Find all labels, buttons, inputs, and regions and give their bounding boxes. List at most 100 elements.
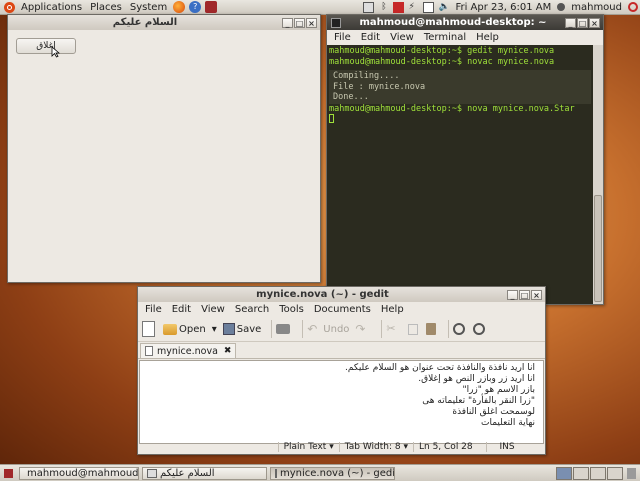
app-launcher-icon[interactable] [205, 1, 218, 13]
gedit-menubar: File Edit View Search Tools Documents He… [138, 302, 545, 317]
menu-search[interactable]: Search [230, 304, 274, 315]
workspace-3[interactable] [590, 466, 606, 480]
task-terminal[interactable]: mahmoud@mahmoud... [19, 466, 139, 480]
trash-icon[interactable] [627, 467, 636, 479]
undo-button[interactable]: ↶ Undo [307, 322, 349, 336]
arabic-window-body: إغلاق [8, 30, 320, 280]
save-button[interactable]: Save [222, 323, 261, 335]
print-button[interactable] [276, 324, 292, 334]
open-dropdown-button[interactable]: ▾ [212, 324, 217, 335]
menu-file[interactable]: File [140, 304, 167, 315]
tab-close-icon[interactable]: ✖ [224, 346, 232, 356]
search-icon [453, 323, 466, 335]
terminal-title: mahmoud@mahmoud-desktop: ~ [359, 17, 547, 28]
syntax-label: Plain Text [283, 441, 327, 452]
bottom-panel: mahmoud@mahmoud... السلام عليكم mynice.n… [0, 464, 640, 481]
menu-system[interactable]: System [126, 2, 171, 13]
menu-tools[interactable]: Tools [274, 304, 309, 315]
network-icon[interactable] [363, 1, 375, 13]
menu-view[interactable]: View [196, 304, 230, 315]
menu-help[interactable]: Help [471, 32, 504, 43]
workspace-2[interactable] [573, 466, 589, 480]
tab-width-selector[interactable]: Tab Width: 8 ▾ [338, 441, 413, 452]
user-name[interactable]: mahmoud [567, 2, 626, 13]
editor-line: انا اريد نافذة والنافذة تحت عنوان هو الس… [345, 363, 535, 373]
maximize-button[interactable]: □ [294, 17, 305, 28]
output-line: File : mynice.nova [333, 81, 426, 92]
document-tabbar: mynice.nova ✖ [138, 342, 545, 359]
menu-file[interactable]: File [329, 32, 356, 43]
editor-line: بازر الاسم هو "زرا" [462, 385, 535, 395]
new-document-icon [142, 321, 155, 337]
find-replace-button[interactable] [473, 323, 487, 335]
text-editor[interactable]: انا اريد نافذة والنافذة تحت عنوان هو الس… [139, 360, 544, 444]
update-notifier-icon[interactable] [393, 1, 405, 13]
tab-mynice-nova[interactable]: mynice.nova ✖ [140, 343, 237, 358]
minimize-button[interactable]: _ [507, 289, 518, 300]
output-line: Done... [333, 92, 369, 102]
close-button[interactable]: × [589, 17, 600, 28]
menu-edit[interactable]: Edit [167, 304, 196, 315]
mail-icon[interactable] [423, 1, 435, 13]
paste-button[interactable] [426, 323, 438, 335]
document-icon [145, 346, 153, 356]
firefox-icon[interactable] [173, 1, 186, 13]
new-button[interactable] [142, 321, 157, 337]
bluetooth-icon[interactable]: ᛒ [378, 2, 389, 13]
menu-terminal[interactable]: Terminal [419, 32, 471, 43]
maximize-button[interactable]: □ [577, 17, 588, 28]
close-button[interactable]: × [531, 289, 542, 300]
shutdown-icon[interactable] [628, 2, 638, 12]
redo-button[interactable]: ↷ [355, 322, 371, 336]
toolbar-separator [302, 320, 304, 338]
power-icon[interactable]: ⚡ [408, 2, 419, 13]
terminal-line: mahmoud@mahmoud-desktop:~$ gedit mynice.… [329, 46, 555, 56]
tab-label: mynice.nova [157, 345, 218, 357]
task-label: mynice.nova (~) - gedit [280, 467, 395, 479]
output-line: Compiling.... [333, 71, 400, 81]
terminal-cursor [329, 114, 334, 123]
syntax-selector[interactable]: Plain Text ▾ [277, 441, 339, 452]
menu-applications[interactable]: Applications [17, 2, 86, 13]
arabic-window-titlebar[interactable]: السلام عليكم _ □ × [8, 15, 320, 30]
clock[interactable]: Fri Apr 23, 6:01 AM [451, 2, 555, 13]
terminal-line: mahmoud@mahmoud-desktop:~$ novac mynice.… [329, 56, 555, 67]
menu-edit[interactable]: Edit [356, 32, 385, 43]
save-icon [222, 323, 235, 335]
menu-help[interactable]: Help [376, 304, 409, 315]
find-button[interactable] [453, 323, 467, 335]
copy-button[interactable] [408, 323, 420, 335]
maximize-button[interactable]: □ [519, 289, 530, 300]
mouse-cursor-icon [51, 46, 60, 58]
terminal-scrollbar[interactable] [593, 45, 603, 304]
cut-button[interactable]: ✂ [386, 322, 402, 336]
workspace-1[interactable] [556, 466, 572, 480]
close-app-button[interactable]: إغلاق [16, 38, 76, 54]
cut-icon: ✂ [386, 322, 396, 335]
paste-icon [426, 323, 437, 335]
copy-icon [408, 323, 419, 335]
terminal-line: mahmoud@mahmoud-desktop:~$ nova mynice.n… [329, 103, 575, 114]
volume-icon[interactable]: 🔈 [438, 2, 449, 13]
menu-documents[interactable]: Documents [309, 304, 376, 315]
terminal-output[interactable]: mahmoud@mahmoud-desktop:~$ gedit mynice.… [327, 45, 593, 304]
gedit-titlebar[interactable]: mynice.nova (~) - gedit _ □ × [138, 287, 545, 302]
undo-icon: ↶ [307, 322, 318, 336]
terminal-titlebar[interactable]: mahmoud@mahmoud-desktop: ~ _ □ × [327, 15, 603, 30]
task-gedit[interactable]: mynice.nova (~) - gedit [270, 466, 395, 480]
show-desktop-icon[interactable] [4, 468, 13, 478]
gedit-window: mynice.nova (~) - gedit _ □ × File Edit … [137, 286, 546, 455]
open-button[interactable]: Open [163, 323, 206, 335]
help-icon[interactable]: ? [189, 1, 202, 13]
gedit-statusbar: Plain Text ▾ Tab Width: 8 ▾ Ln 5, Col 28… [138, 439, 545, 454]
minimize-button[interactable]: _ [565, 17, 576, 28]
scrollbar-thumb[interactable] [594, 195, 602, 302]
close-button[interactable]: × [306, 17, 317, 28]
task-arabic-window[interactable]: السلام عليكم [142, 466, 267, 480]
menu-view[interactable]: View [385, 32, 419, 43]
ubuntu-logo-icon[interactable] [4, 1, 15, 13]
minimize-button[interactable]: _ [282, 17, 293, 28]
toolbar-separator [271, 320, 273, 338]
workspace-4[interactable] [607, 466, 623, 480]
menu-places[interactable]: Places [86, 2, 126, 13]
